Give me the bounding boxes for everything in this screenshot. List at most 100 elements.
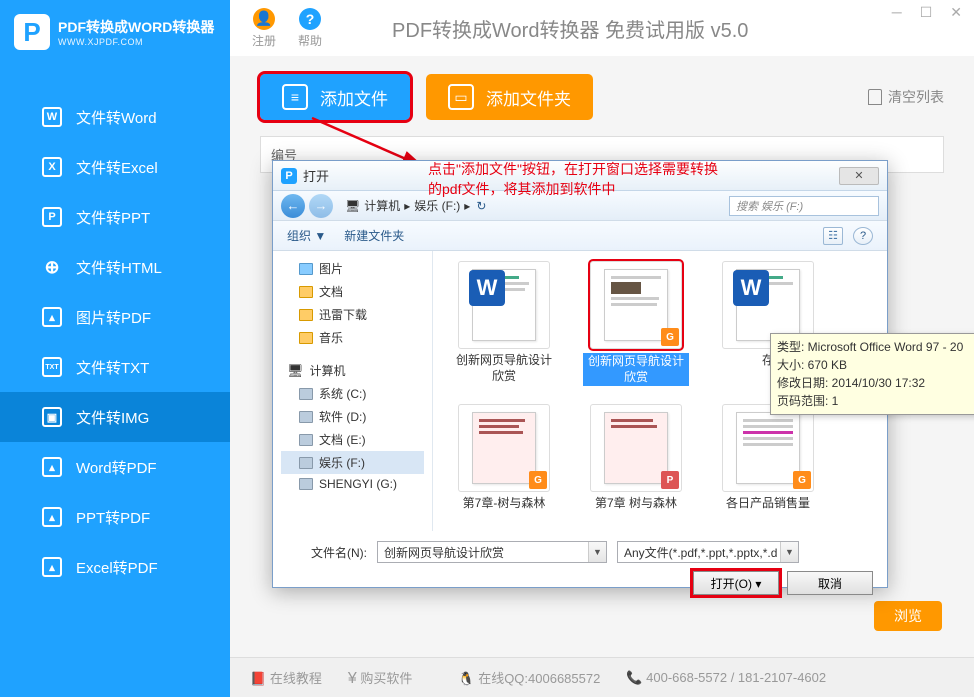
tree-item[interactable]: 迅雷下载: [281, 303, 424, 326]
add-file-button[interactable]: ≡ 添加文件: [260, 74, 410, 120]
txt-icon: TXT: [42, 357, 62, 377]
drive-icon: [299, 434, 313, 446]
app-logo: P PDF转换成WORD转换器 WWW.XJPDF.COM: [0, 0, 230, 58]
dialog-toolbar: 组织 ▼ 新建文件夹 ☷ ?: [273, 221, 887, 251]
pdf-badge-icon: G: [661, 328, 679, 346]
search-input[interactable]: 搜索 娱乐 (F:): [729, 196, 879, 216]
add-folder-button[interactable]: ▭ 添加文件夹: [426, 74, 593, 120]
folder-icon: [299, 332, 313, 344]
nav-back-button[interactable]: ←: [281, 194, 305, 218]
sidebar-item-excelpdf[interactable]: ▴Excel转PDF: [0, 542, 230, 592]
file-item[interactable]: G 第7章-树与森林: [451, 404, 557, 512]
register-button[interactable]: 👤 注册: [252, 8, 276, 49]
user-icon: 👤: [253, 8, 275, 30]
help-icon: ?: [299, 8, 321, 30]
minimize-icon[interactable]: ─: [892, 4, 902, 21]
img-icon: ▣: [42, 407, 62, 427]
tree-item[interactable]: 文档: [281, 280, 424, 303]
pdf-badge-icon: G: [793, 471, 811, 489]
app-title: PDF转换成Word转换器 免费试用版 v5.0: [392, 14, 748, 43]
excelpdf-icon: ▴: [42, 557, 62, 577]
phone-contact: 📞 400-668-5572 / 181-2107-4602: [626, 670, 826, 686]
file-item[interactable]: P 第7章 树与森林: [583, 404, 689, 512]
sidebar-item-wordpdf[interactable]: ▴Word转PDF: [0, 442, 230, 492]
file-item[interactable]: G 各日产品销售量: [715, 404, 821, 512]
drive-icon: [299, 457, 313, 469]
browse-button[interactable]: 浏览: [874, 601, 942, 631]
topbar: 👤 注册 ? 帮助 PDF转换成Word转换器 免费试用版 v5.0 ─ ☐ ✕: [230, 0, 974, 56]
tutorial-link[interactable]: 📕 在线教程: [250, 668, 322, 687]
file-item-selected[interactable]: G 创新网页导航设计欣赏: [583, 261, 689, 386]
sidebar-item-excel[interactable]: X文件转Excel: [0, 142, 230, 192]
word-icon: W: [42, 107, 62, 127]
sidebar-item-word[interactable]: W文件转Word: [0, 92, 230, 142]
sidebar-item-img[interactable]: ▣文件转IMG: [0, 392, 230, 442]
buy-link[interactable]: ¥ 购买软件: [348, 668, 413, 688]
tree-item-computer[interactable]: 🖥计算机: [281, 359, 424, 382]
filename-input[interactable]: 创新网页导航设计欣赏▼: [377, 541, 607, 563]
folder-icon: [299, 309, 313, 321]
help-dialog-icon[interactable]: ?: [853, 227, 873, 245]
folder-icon: [299, 286, 313, 298]
filetype-filter[interactable]: Any文件(*.pdf,*.ppt,*.pptx,*.d▼: [617, 541, 799, 563]
file-icon: ≡: [282, 84, 308, 110]
folder-icon: ▭: [448, 84, 474, 110]
clear-list-button[interactable]: 清空列表: [868, 87, 944, 107]
pictures-icon: [299, 263, 313, 275]
qq-contact[interactable]: 🐧 在线QQ:4006685572: [458, 668, 600, 687]
sidebar-item-html[interactable]: ⊕文件转HTML: [0, 242, 230, 292]
open-button[interactable]: 打开(O) ▾: [693, 571, 779, 595]
sidebar-item-pptpdf[interactable]: ▴PPT转PDF: [0, 492, 230, 542]
html-icon: ⊕: [42, 257, 62, 277]
dialog-icon: P: [281, 168, 297, 184]
tree-item-selected[interactable]: 娱乐 (F:): [281, 451, 424, 474]
ppt-icon: P: [42, 207, 62, 227]
nav-forward-button[interactable]: →: [309, 194, 333, 218]
sidebar-item-ppt[interactable]: P文件转PPT: [0, 192, 230, 242]
tree-item[interactable]: 系统 (C:): [281, 382, 424, 405]
folder-tree: 图片 文档 迅雷下载 音乐 🖥计算机 系统 (C:) 软件 (D:) 文档 (E…: [273, 251, 433, 531]
nav-list: W文件转Word X文件转Excel P文件转PPT ⊕文件转HTML ▴图片转…: [0, 92, 230, 592]
logo-icon: P: [14, 14, 50, 50]
annotation-text: 点击"添加文件"按钮，在打开窗口选择需要转换 的pdf文件，将其添加到软件中: [428, 160, 718, 199]
file-item[interactable]: W 创新网页导航设计欣赏: [451, 261, 557, 386]
cancel-button[interactable]: 取消: [787, 571, 873, 595]
sidebar-item-txt[interactable]: TXT文件转TXT: [0, 342, 230, 392]
view-icon[interactable]: ☷: [823, 227, 843, 245]
tree-item[interactable]: 文档 (E:): [281, 428, 424, 451]
sidebar: P PDF转换成WORD转换器 WWW.XJPDF.COM W文件转Word X…: [0, 0, 230, 697]
pptpdf-icon: ▴: [42, 507, 62, 527]
new-folder-button[interactable]: 新建文件夹: [344, 227, 404, 244]
chevron-down-icon[interactable]: ▼: [780, 542, 798, 562]
logo-text: PDF转换成WORD转换器: [58, 17, 214, 37]
wordpdf-icon: ▴: [42, 457, 62, 477]
close-icon[interactable]: ✕: [950, 4, 962, 21]
drive-icon: [299, 411, 313, 423]
sidebar-item-imgpdf[interactable]: ▴图片转PDF: [0, 292, 230, 342]
dialog-close-button[interactable]: ✕: [839, 167, 879, 185]
word-file-icon: W: [733, 270, 769, 306]
breadcrumb[interactable]: 🖥计算机▸娱乐 (F:)▸: [345, 197, 470, 214]
ppt-badge-icon: P: [661, 471, 679, 489]
pdf-badge-icon: G: [529, 471, 547, 489]
maximize-icon[interactable]: ☐: [920, 4, 933, 21]
refresh-icon[interactable]: ↻: [476, 199, 486, 213]
window-controls: ─ ☐ ✕: [892, 4, 962, 21]
help-button[interactable]: ? 帮助: [298, 8, 322, 49]
action-bar: ≡ 添加文件 ▭ 添加文件夹 清空列表: [260, 74, 944, 120]
drive-icon: [299, 478, 313, 490]
chevron-down-icon[interactable]: ▼: [588, 542, 606, 562]
dialog-footer: 文件名(N): 创新网页导航设计欣赏▼ Any文件(*.pdf,*.ppt,*.…: [273, 531, 887, 605]
tree-item[interactable]: 音乐: [281, 326, 424, 349]
tree-item[interactable]: SHENGYI (G:): [281, 474, 424, 494]
footer: 📕 在线教程 ¥ 购买软件 🐧 在线QQ:4006685572 📞 400-66…: [230, 657, 974, 697]
computer-icon: 🖥: [287, 363, 304, 379]
excel-icon: X: [42, 157, 62, 177]
filename-label: 文件名(N):: [287, 544, 367, 561]
trash-icon: [868, 89, 882, 105]
imgpdf-icon: ▴: [42, 307, 62, 327]
organize-menu[interactable]: 组织 ▼: [287, 227, 326, 244]
tree-item[interactable]: 软件 (D:): [281, 405, 424, 428]
tree-item[interactable]: 图片: [281, 257, 424, 280]
file-tooltip: 类型: Microsoft Office Word 97 - 20 大小: 67…: [770, 333, 974, 415]
